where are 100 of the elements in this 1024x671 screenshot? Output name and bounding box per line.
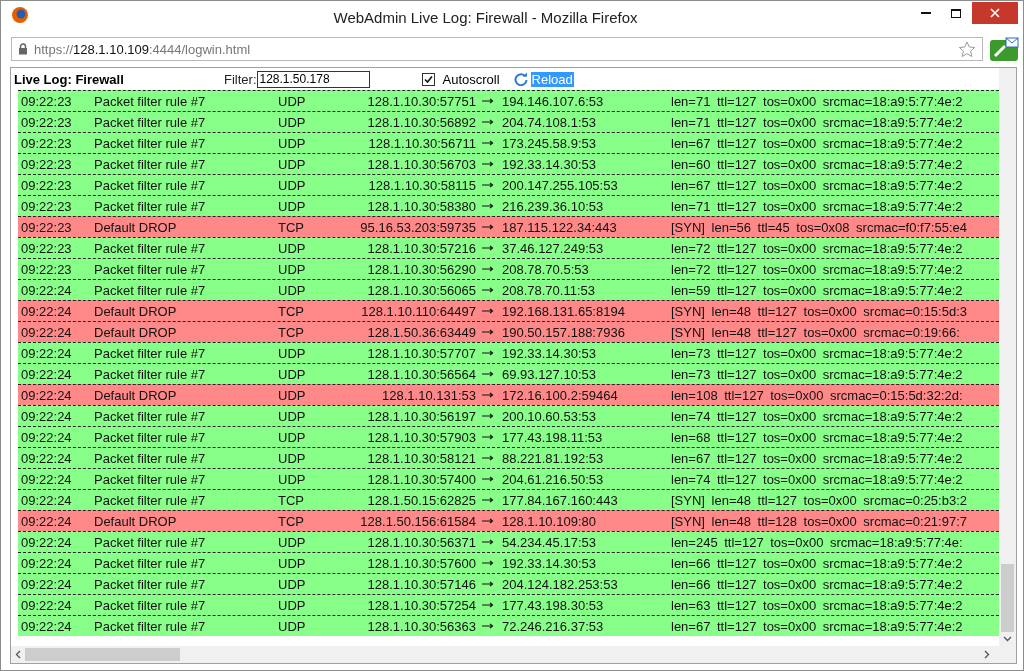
protocol-cell-text: UDP	[278, 534, 307, 550]
window-title: WebAdmin Live Log: Firewall - Mozilla Firefox	[332, 8, 639, 26]
time-cell-text: 09:22:24	[20, 555, 73, 571]
source-cell-text: 128.1.10.30:57146	[366, 576, 476, 592]
destination-cell-text: 192.33.14.30:53	[502, 156, 597, 172]
protocol-cell-text: UDP	[278, 618, 307, 634]
destination-cell-text: 204.74.108.1:53	[502, 114, 597, 130]
browser-logo-icon	[11, 6, 29, 24]
time-cell-text: 09:22:23	[20, 93, 73, 109]
protocol-cell-text: UDP	[278, 471, 307, 487]
right-arrow-icon	[482, 476, 494, 482]
right-arrow-icon	[482, 392, 494, 398]
destination-cell-text: 54.234.45.17:53	[502, 534, 597, 550]
rule-cell-text: Packet filter rule #7	[94, 618, 207, 634]
source-cell-text: 128.1.10.30:57216	[366, 240, 476, 256]
rule-cell-text: Packet filter rule #7	[94, 597, 207, 613]
down-chevron-icon[interactable]	[1003, 636, 1012, 642]
destination-cell-text: 128.1.10.109:80	[502, 513, 597, 529]
destination-cell-text: 216.239.36.10:53	[502, 198, 605, 214]
info-cell: len=67 ttl=127 tos=0x00 srcmac=18:a9:5:77:4e:2	[671, 450, 963, 466]
info-cell: [SYN] len=48 ttl=128 tos=0x00 srcmac=0:21:97:7	[671, 513, 967, 529]
time-cell-text: 09:22:24	[20, 450, 73, 466]
info-cell: [SYN] len=56 ttl=45 tos=0x08 srcmac=f0:f7:55:e4	[671, 219, 967, 235]
source-cell-text: 128.1.10.30:56564	[366, 366, 476, 382]
source-cell-text: 128.1.10.30:57903	[366, 429, 476, 445]
right-arrow-icon	[482, 161, 494, 167]
rule-cell-text: Packet filter rule #7	[94, 156, 207, 172]
info-cell: len=72 ttl=127 tos=0x00 srcmac=18:a9:5:77:4e:2	[671, 240, 963, 256]
right-arrow-icon	[482, 119, 494, 125]
right-arrow-icon	[482, 287, 494, 293]
destination-cell-text: 208.78.70.11:53	[502, 282, 596, 298]
protocol-cell-text: UDP	[278, 156, 307, 172]
filter-field[interactable]: 128.1.50.178	[256, 70, 370, 88]
time-cell-text: 09:22:24	[20, 408, 73, 424]
star-icon[interactable]	[958, 40, 976, 58]
time-cell-text: 09:22:24	[20, 618, 73, 634]
horizontal-scrollbar[interactable]	[11, 646, 1016, 663]
info-cell: len=72 ttl=127 tos=0x00 srcmac=18:a9:5:77:4e:2	[671, 261, 963, 277]
source-cell-text: 128.1.10.30:57254	[366, 597, 476, 613]
rule-cell-text: Packet filter rule #7	[94, 135, 207, 151]
close-icon	[990, 8, 1000, 18]
right-arrow-icon	[482, 182, 494, 188]
right-arrow-icon	[482, 350, 494, 356]
source-cell-text: 95.16.53.203:59735	[359, 219, 476, 235]
right-arrow-icon	[482, 308, 494, 314]
source-cell-text: 128.1.10.30:57600	[366, 555, 476, 571]
destination-cell-text: 72.246.216.37:53	[502, 618, 605, 634]
right-arrow-icon	[482, 455, 494, 461]
destination-cell-text: 177.84.167.160:443	[502, 492, 619, 508]
scrollbar-thumb[interactable]	[1001, 564, 1014, 632]
time-cell-text: 09:22:23	[20, 156, 73, 172]
time-cell-text: 09:22:23	[20, 198, 73, 214]
info-cell: [SYN] len=48 ttl=127 tos=0x00 srcmac=0:15:5d:3	[671, 303, 967, 319]
time-cell-text: 09:22:23	[20, 261, 73, 277]
info-cell: len=73 ttl=127 tos=0x00 srcmac=18:a9:5:77:4e:2	[671, 345, 963, 361]
info-cell: len=74 ttl=127 tos=0x00 srcmac=18:a9:5:77:4e:2	[671, 408, 963, 424]
right-arrow-icon	[482, 98, 494, 104]
rule-cell-text: Default DROP	[94, 324, 178, 340]
destination-cell-text: 173.245.58.9:53	[502, 135, 597, 151]
info-cell: len=67 ttl=127 tos=0x00 srcmac=18:a9:5:77:4e:2	[671, 135, 963, 151]
reload-icon[interactable]	[513, 72, 528, 86]
source-cell-text: 128.1.10.30:56371	[366, 534, 476, 550]
protocol-cell-text: UDP	[278, 240, 307, 256]
source-cell-text: 128.1.10.30:57707	[366, 345, 476, 361]
info-cell: len=68 ttl=127 tos=0x00 srcmac=18:a9:5:77:4e:2	[671, 429, 963, 445]
right-arrow-icon	[482, 497, 494, 503]
rule-cell-text: Packet filter rule #7	[94, 114, 207, 130]
info-cell: len=66 ttl=127 tos=0x00 srcmac=18:a9:5:77:4e:2	[671, 555, 963, 571]
mail-icon[interactable]	[989, 36, 1019, 62]
protocol-cell-text: UDP	[278, 177, 307, 193]
right-chevron-icon[interactable]	[984, 650, 990, 659]
time-cell-text: 09:22:23	[20, 114, 73, 130]
time-cell-text: 09:22:24	[20, 303, 73, 319]
vertical-scrollbar[interactable]	[999, 68, 1016, 646]
left-chevron-icon[interactable]	[15, 650, 21, 659]
protocol-cell-text: UDP	[278, 366, 307, 382]
info-cell: len=59 ttl=127 tos=0x00 srcmac=18:a9:5:77:4e:2	[671, 282, 963, 298]
protocol-cell-text: TCP	[278, 513, 305, 529]
time-cell-text: 09:22:23	[20, 177, 73, 193]
maximize-icon	[951, 8, 961, 18]
source-cell-text: 128.1.10.131:53	[381, 387, 476, 403]
rule-cell-text: Packet filter rule #7	[94, 345, 207, 361]
source-cell-text: 128.1.50.15:62825	[366, 492, 476, 508]
scrollbar-thumb[interactable]	[25, 648, 180, 661]
rule-cell-text: Packet filter rule #7	[94, 471, 207, 487]
right-arrow-icon	[482, 539, 494, 545]
source-cell-text: 128.1.10.30:57751	[366, 93, 476, 109]
address-field[interactable]: https://128.1.10.109:4444/logwin.html	[11, 37, 983, 61]
destination-cell-text: 204.61.216.50:53	[502, 471, 605, 487]
time-cell-text: 09:22:24	[20, 366, 73, 382]
rule-cell-text: Packet filter rule #7	[94, 534, 207, 550]
destination-cell-text: 192.33.14.30:53	[502, 555, 597, 571]
protocol-cell-text: UDP	[278, 408, 307, 424]
source-cell-text: 128.1.10.30:56065	[366, 282, 476, 298]
source-cell-text: 128.1.10.30:57400	[366, 471, 476, 487]
right-arrow-icon	[482, 413, 494, 419]
source-cell-text: 128.1.50.36:63449	[366, 324, 476, 340]
info-cell: len=71 ttl=127 tos=0x00 srcmac=18:a9:5:77:4e:2	[671, 198, 963, 214]
autoscroll-checkbox[interactable]	[421, 72, 435, 86]
rule-cell-text: Packet filter rule #7	[94, 366, 207, 382]
